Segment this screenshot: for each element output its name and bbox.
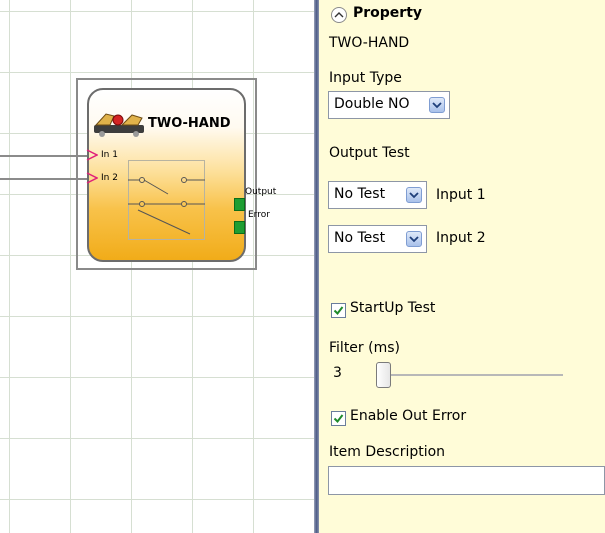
output-port[interactable] bbox=[234, 198, 245, 211]
two-hand-icon bbox=[94, 113, 144, 137]
dropdown-button[interactable] bbox=[429, 97, 445, 113]
filter-value: 3 bbox=[333, 365, 342, 381]
startup-test-checkbox[interactable] bbox=[331, 303, 346, 318]
output-test-2-value: No Test bbox=[334, 230, 386, 246]
input-port-label: In 1 bbox=[101, 150, 118, 160]
output-test-label: Output Test bbox=[329, 145, 410, 161]
chevron-down-icon bbox=[432, 102, 442, 109]
dropdown-button[interactable] bbox=[406, 231, 422, 247]
switch-symbol bbox=[128, 160, 205, 240]
chevron-up-icon bbox=[334, 12, 344, 18]
block-title: TWO-HAND bbox=[148, 116, 231, 131]
output-test-2-select[interactable]: No Test bbox=[328, 225, 427, 253]
item-description-label: Item Description bbox=[329, 444, 446, 460]
error-port[interactable] bbox=[234, 221, 245, 234]
checkmark-icon bbox=[333, 414, 344, 424]
input-type-select[interactable]: Double NO bbox=[328, 91, 450, 119]
output-test-1-label: Input 1 bbox=[436, 187, 486, 203]
enable-out-error-checkbox[interactable] bbox=[331, 411, 346, 426]
input-arrow-2-icon bbox=[86, 172, 98, 184]
checkmark-icon bbox=[333, 306, 344, 316]
panel-title: Property bbox=[353, 5, 423, 21]
item-description-input[interactable] bbox=[328, 466, 605, 495]
chevron-down-icon bbox=[409, 192, 419, 199]
output-test-2-label: Input 2 bbox=[436, 230, 486, 246]
input-port-label: In 2 bbox=[101, 173, 118, 183]
input-arrow-1-icon bbox=[86, 149, 98, 161]
enable-out-error-label[interactable]: Enable Out Error bbox=[350, 408, 466, 424]
collapse-button[interactable] bbox=[331, 7, 347, 23]
output-test-1-value: No Test bbox=[334, 186, 386, 202]
startup-test-label[interactable]: StartUp Test bbox=[350, 300, 435, 316]
component-name: TWO-HAND bbox=[329, 35, 410, 51]
chevron-down-icon bbox=[409, 236, 419, 243]
filter-slider-thumb[interactable] bbox=[376, 362, 391, 388]
input-type-value: Double NO bbox=[334, 96, 410, 112]
filter-label: Filter (ms) bbox=[329, 340, 400, 356]
filter-slider-track[interactable] bbox=[381, 374, 563, 376]
dropdown-button[interactable] bbox=[406, 187, 422, 203]
output-port-label: Output bbox=[245, 187, 277, 197]
input-type-label: Input Type bbox=[329, 70, 402, 86]
error-port-label: Error bbox=[248, 210, 270, 220]
output-test-1-select[interactable]: No Test bbox=[328, 181, 427, 209]
